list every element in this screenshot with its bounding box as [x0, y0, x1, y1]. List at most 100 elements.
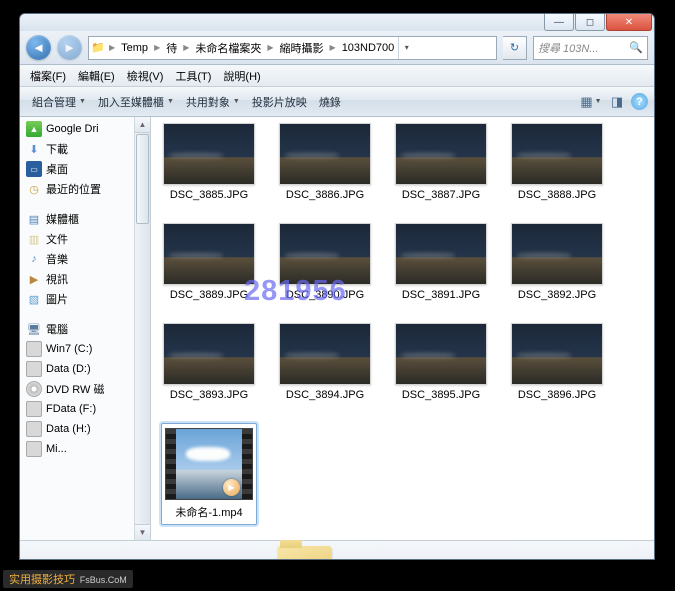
burn-button[interactable]: 燒錄 — [313, 91, 347, 113]
navbar: ◄ ► 📁 ▶ Temp ▶ 待 ▶ 未命名檔案夾 ▶ 縮時攝影 ▶ 103ND… — [20, 31, 654, 65]
menu-edit[interactable]: 編輯(E) — [72, 66, 121, 86]
badge-sub: FsBus.CoM — [80, 575, 127, 585]
file-item[interactable]: DSC_3892.JPG — [509, 223, 605, 301]
sidebar-item-drive-h[interactable]: Data (H:) — [20, 419, 134, 439]
file-item[interactable]: DSC_3886.JPG — [277, 123, 373, 201]
file-name: DSC_3893.JPG — [170, 389, 248, 401]
file-item[interactable]: DSC_3895.JPG — [393, 323, 489, 401]
sidebar-item-desktop[interactable]: ▭桌面 — [20, 159, 134, 179]
help-button[interactable]: ? — [631, 93, 648, 110]
sidebar-item-drive-c[interactable]: Win7 (C:) — [20, 339, 134, 359]
back-button[interactable]: ◄ — [26, 35, 51, 60]
file-item[interactable]: DSC_3888.JPG — [509, 123, 605, 201]
breadcrumb[interactable]: 103ND700 — [338, 37, 399, 59]
minimize-button[interactable]: — — [544, 14, 574, 31]
forward-button[interactable]: ► — [57, 35, 82, 60]
file-name: DSC_3885.JPG — [170, 189, 248, 201]
sidebar-item-recent[interactable]: ◷最近的位置 — [20, 179, 134, 199]
sidebar-item-drive-d[interactable]: Data (D:) — [20, 359, 134, 379]
file-item[interactable]: DSC_3891.JPG — [393, 223, 489, 301]
view-options-button[interactable]: ▦▼ — [579, 91, 603, 113]
chevron-down-icon: ▼ — [167, 98, 174, 105]
maximize-button[interactable]: ◻ — [575, 14, 605, 31]
close-button[interactable]: ✕ — [606, 14, 652, 31]
menu-help[interactable]: 說明(H) — [217, 66, 266, 86]
chevron-right-icon: ▶ — [152, 43, 162, 52]
slideshow-button[interactable]: 投影片放映 — [246, 91, 313, 113]
sidebar-scrollbar[interactable]: ▲ ▼ — [135, 117, 151, 540]
file-item[interactable]: DSC_3894.JPG — [277, 323, 373, 401]
search-input[interactable]: 搜尋 103N... 🔍 — [533, 36, 648, 60]
file-item[interactable]: DSC_3896.JPG — [509, 323, 605, 401]
file-item[interactable]: DSC_3893.JPG — [161, 323, 257, 401]
sidebar-group-computer[interactable]: 🖥電腦 — [20, 319, 134, 339]
folder-icon — [278, 546, 332, 561]
breadcrumb[interactable]: 未命名檔案夾 — [191, 37, 265, 59]
sidebar-item-drive-dvd[interactable]: DVD RW 磁 — [20, 379, 134, 399]
drive-icon — [26, 361, 42, 377]
breadcrumb[interactable]: 待 — [162, 37, 181, 59]
menu-tools[interactable]: 工具(T) — [169, 66, 217, 86]
chevron-down-icon: ▼ — [233, 98, 240, 105]
file-name: DSC_3888.JPG — [518, 189, 596, 201]
sidebar-item-documents[interactable]: ▥文件 — [20, 229, 134, 249]
video-icon: ▶ — [26, 271, 42, 287]
gdrive-icon: ▲ — [26, 121, 42, 137]
file-name: DSC_3895.JPG — [402, 389, 480, 401]
file-item[interactable]: DSC_3889.JPG — [161, 223, 257, 301]
address-dropdown[interactable]: ▾ — [398, 37, 414, 59]
scroll-up-icon[interactable]: ▲ — [135, 117, 150, 133]
body: ▲Google Dri ⬇下載 ▭桌面 ◷最近的位置 ▤媒體櫃 ▥文件 ♪音樂 … — [20, 117, 654, 540]
file-item[interactable]: DSC_3887.JPG — [393, 123, 489, 201]
sidebar: ▲Google Dri ⬇下載 ▭桌面 ◷最近的位置 ▤媒體櫃 ▥文件 ♪音樂 … — [20, 117, 135, 540]
menu-view[interactable]: 檢視(V) — [121, 66, 170, 86]
file-name: DSC_3892.JPG — [518, 289, 596, 301]
image-thumbnail — [511, 323, 603, 385]
chevron-right-icon: ▶ — [328, 43, 338, 52]
image-thumbnail — [279, 123, 371, 185]
picture-icon: ▧ — [26, 291, 42, 307]
sidebar-item-gdrive[interactable]: ▲Google Dri — [20, 119, 134, 139]
organize-button[interactable]: 組合管理▼ — [26, 91, 92, 113]
preview-pane-button[interactable]: ◨ — [605, 91, 629, 113]
image-thumbnail — [395, 323, 487, 385]
refresh-button[interactable]: ↻ — [503, 36, 527, 60]
file-name: DSC_3891.JPG — [402, 289, 480, 301]
video-thumbnail: ▶ — [165, 428, 253, 500]
file-item-selected[interactable]: ▶ 未命名-1.mp4 — [161, 423, 257, 525]
netdrive-icon — [26, 401, 42, 417]
play-icon: ▶ — [223, 479, 240, 496]
scroll-thumb[interactable] — [136, 134, 149, 224]
file-name: DSC_3896.JPG — [518, 389, 596, 401]
sidebar-item-pictures[interactable]: ▧圖片 — [20, 289, 134, 309]
file-item[interactable]: DSC_3885.JPG — [161, 123, 257, 201]
image-thumbnail — [279, 323, 371, 385]
music-icon: ♪ — [26, 251, 42, 267]
breadcrumb[interactable]: Temp — [117, 37, 152, 59]
sidebar-item-drive-f[interactable]: FData (F:) — [20, 399, 134, 419]
sidebar-item-drive-last[interactable]: Mi... — [20, 439, 134, 459]
drive-icon — [26, 441, 42, 457]
menubar: 檔案(F) 編輯(E) 檢視(V) 工具(T) 說明(H) — [20, 65, 654, 87]
chevron-right-icon: ▶ — [107, 43, 117, 52]
chevron-right-icon: ▶ — [181, 43, 191, 52]
image-thumbnail — [395, 123, 487, 185]
menu-file[interactable]: 檔案(F) — [24, 66, 72, 86]
breadcrumb[interactable]: 縮時攝影 — [276, 37, 328, 59]
watermark-text: 281956 — [244, 275, 347, 308]
chevron-right-icon: ▶ — [265, 43, 275, 52]
folder-icon: 📁 — [89, 41, 107, 54]
sidebar-item-music[interactable]: ♪音樂 — [20, 249, 134, 269]
sidebar-item-downloads[interactable]: ⬇下載 — [20, 139, 134, 159]
library-icon: ▤ — [26, 211, 42, 227]
chevron-down-icon: ▼ — [79, 98, 86, 105]
share-button[interactable]: 共用對象▼ — [180, 91, 246, 113]
source-badge: 实用摄影技巧 FsBus.CoM — [3, 570, 133, 588]
sidebar-item-videos[interactable]: ▶視訊 — [20, 269, 134, 289]
include-button[interactable]: 加入至媒體櫃▼ — [92, 91, 180, 113]
address-bar[interactable]: 📁 ▶ Temp ▶ 待 ▶ 未命名檔案夾 ▶ 縮時攝影 ▶ 103ND700 … — [88, 36, 497, 60]
sidebar-group-libraries[interactable]: ▤媒體櫃 — [20, 209, 134, 229]
scroll-down-icon[interactable]: ▼ — [135, 524, 150, 540]
file-name: DSC_3889.JPG — [170, 289, 248, 301]
computer-icon: 🖥 — [26, 321, 42, 337]
